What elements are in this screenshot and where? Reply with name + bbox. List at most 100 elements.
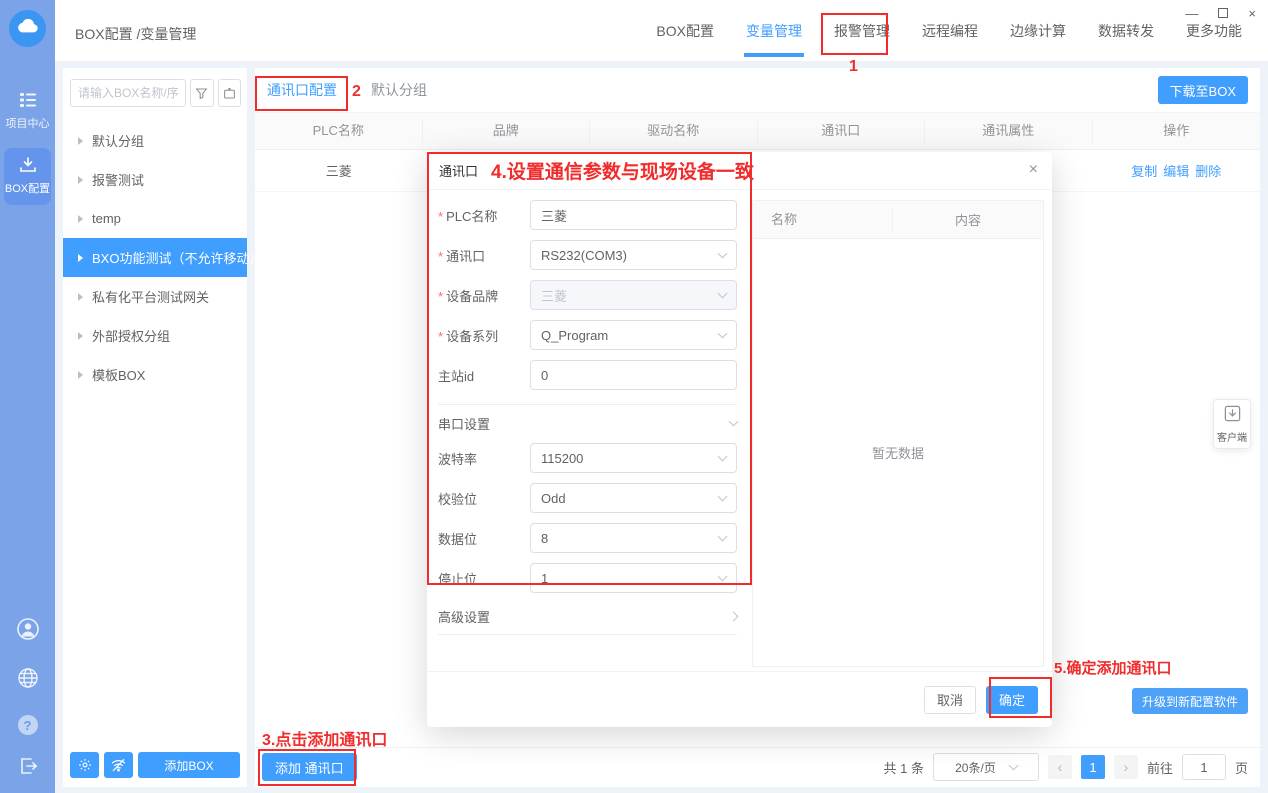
add-group-button[interactable] bbox=[217, 79, 241, 107]
tab-default-group[interactable]: 默认分组 bbox=[371, 80, 427, 100]
plc-table-header: PLC名称 品牌 驱动名称 通讯口 通讯属性 操作 bbox=[255, 112, 1260, 150]
chevron-down-icon bbox=[717, 288, 728, 298]
rail-item-box-config[interactable]: BOX配置 bbox=[4, 148, 51, 205]
upgrade-software-button[interactable]: 升级到新配置软件 bbox=[1131, 688, 1248, 714]
chevron-down-icon bbox=[717, 451, 728, 461]
minimize-button[interactable]: — bbox=[1185, 6, 1198, 21]
tab-variable-management[interactable]: 变量管理 bbox=[744, 0, 804, 62]
caret-icon bbox=[78, 292, 83, 301]
maximize-button[interactable] bbox=[1218, 6, 1229, 21]
form-row-data-bits: 数据位 8 bbox=[438, 523, 737, 553]
settings-button[interactable] bbox=[70, 752, 99, 778]
goto-page-input[interactable] bbox=[1181, 754, 1226, 780]
caret-icon bbox=[78, 253, 83, 262]
close-button[interactable]: × bbox=[1248, 6, 1256, 21]
advanced-settings-section[interactable]: 高级设置 bbox=[438, 599, 739, 635]
goto-label: 前往 bbox=[1146, 760, 1173, 776]
current-page-button[interactable]: 1 bbox=[1080, 755, 1105, 779]
tree-item-default-group[interactable]: 默认分组 bbox=[63, 121, 247, 160]
logout-icon[interactable] bbox=[18, 756, 38, 781]
stop-bits-select[interactable]: 1 bbox=[530, 563, 737, 593]
modal-prop-table-area: 名称 内容 暂无数据 bbox=[752, 190, 1052, 671]
device-series-select[interactable]: Q_Program bbox=[530, 320, 737, 350]
globe-icon[interactable] bbox=[17, 667, 39, 694]
tree-item-template-box[interactable]: 模板BOX bbox=[63, 355, 247, 394]
modal-title: 通讯口 bbox=[439, 164, 479, 179]
rail-item-label: BOX配置 bbox=[4, 183, 51, 195]
modal-footer: 取消 确定 bbox=[427, 671, 1052, 727]
active-tab-underline bbox=[744, 53, 804, 57]
gear-icon bbox=[78, 759, 91, 771]
required-mark: * bbox=[438, 328, 444, 344]
tab-remote-programming[interactable]: 远程编程 bbox=[922, 0, 978, 62]
box-panel-footer: 添加BOX bbox=[70, 752, 240, 778]
tree-item-alarm-test[interactable]: 报警测试 bbox=[63, 160, 247, 199]
prop-table: 名称 内容 暂无数据 bbox=[752, 200, 1044, 667]
add-box-button[interactable]: 添加BOX bbox=[138, 752, 240, 778]
help-icon[interactable]: ? bbox=[17, 715, 38, 735]
box-search-input[interactable] bbox=[70, 79, 186, 107]
chevron-down-icon bbox=[717, 571, 728, 581]
tab-edge-computing[interactable]: 边缘计算 bbox=[1010, 0, 1066, 62]
modal-header: 通讯口 bbox=[427, 152, 1052, 190]
app-logo[interactable] bbox=[9, 10, 46, 47]
field-label: 主站id bbox=[438, 368, 475, 384]
box-list-panel: 默认分组 报警测试 temp BXO功能测试（不允许移动） 私有化平台测试网关 … bbox=[63, 68, 262, 787]
field-label: 波特率 bbox=[438, 451, 478, 467]
serial-settings-section[interactable]: 串口设置 bbox=[438, 405, 739, 441]
field-label: PLC名称 bbox=[446, 208, 498, 224]
client-download-widget[interactable]: 客户端 bbox=[1213, 399, 1251, 449]
form-row-stop-bits: 停止位 1 bbox=[438, 563, 737, 593]
tree-item-temp[interactable]: temp bbox=[63, 199, 247, 238]
wifi-off-icon bbox=[111, 759, 126, 772]
form-row-device-series: * 设备系列 Q_Program bbox=[438, 320, 737, 350]
download-box-icon bbox=[19, 156, 37, 176]
main-nav: BOX配置 变量管理 报警管理 远程编程 边缘计算 数据转发 更多功能 bbox=[656, 0, 1242, 62]
cancel-button[interactable]: 取消 bbox=[923, 685, 976, 714]
baud-rate-select[interactable]: 115200 bbox=[530, 443, 737, 473]
col-header-port: 通讯口 bbox=[758, 119, 925, 143]
chevron-down-icon bbox=[717, 248, 728, 258]
caret-icon bbox=[78, 331, 83, 340]
prev-page-button[interactable]: ‹ bbox=[1047, 755, 1072, 779]
filter-button[interactable] bbox=[190, 79, 214, 107]
field-label: 设备品牌 bbox=[446, 288, 499, 304]
left-rail: 项目中心 BOX配置 ? bbox=[0, 0, 55, 793]
tab-box-config[interactable]: BOX配置 bbox=[656, 0, 714, 62]
col-header-brand: 品牌 bbox=[423, 119, 590, 143]
page-size-select[interactable]: 20条/页 bbox=[932, 753, 1039, 781]
breadcrumb: BOX配置 /变量管理 bbox=[75, 26, 197, 42]
required-mark: * bbox=[438, 248, 444, 264]
modal-close-icon[interactable]: × bbox=[1029, 161, 1038, 179]
form-row-port: * 通讯口 RS232(COM3) bbox=[438, 240, 737, 270]
wifi-off-button[interactable] bbox=[104, 752, 133, 778]
col-header-comm-props: 通讯属性 bbox=[925, 119, 1093, 143]
tree-item-private-platform[interactable]: 私有化平台测试网关 bbox=[63, 277, 247, 316]
delete-link[interactable]: 删除 bbox=[1195, 161, 1221, 180]
tree-item-bxo-test[interactable]: BXO功能测试（不允许移动） bbox=[63, 238, 262, 277]
chevron-down-icon bbox=[717, 531, 728, 541]
plc-name-input[interactable] bbox=[530, 200, 737, 230]
tab-alarm-management[interactable]: 报警管理 bbox=[834, 0, 890, 62]
master-id-input[interactable] bbox=[530, 360, 737, 390]
next-page-button[interactable]: › bbox=[1113, 755, 1138, 779]
port-select[interactable]: RS232(COM3) bbox=[530, 240, 737, 270]
parity-select[interactable]: Odd bbox=[530, 483, 737, 513]
rail-item-project-center[interactable]: 项目中心 bbox=[0, 92, 55, 131]
col-header-actions: 操作 bbox=[1163, 123, 1190, 138]
download-to-box-button[interactable]: 下载至BOX bbox=[1157, 76, 1248, 104]
field-label: 停止位 bbox=[438, 571, 478, 587]
user-icon[interactable] bbox=[16, 617, 40, 646]
edit-link[interactable]: 编辑 bbox=[1163, 161, 1189, 180]
tab-port-config[interactable]: 通讯口配置 bbox=[267, 80, 337, 100]
tab-data-forwarding[interactable]: 数据转发 bbox=[1098, 0, 1154, 62]
tree-item-external-auth[interactable]: 外部授权分组 bbox=[63, 316, 247, 355]
goto-unit-label: 页 bbox=[1234, 760, 1248, 776]
confirm-button[interactable]: 确定 bbox=[985, 685, 1038, 714]
pagination: 共 1 条 20条/页 ‹ 1 › 前往 页 bbox=[884, 753, 1248, 781]
maximize-icon bbox=[1218, 8, 1229, 18]
copy-link[interactable]: 复制 bbox=[1131, 161, 1157, 180]
add-port-button[interactable]: 添加 通讯口 bbox=[262, 753, 357, 781]
col-header-plc-name: PLC名称 bbox=[255, 119, 423, 143]
data-bits-select[interactable]: 8 bbox=[530, 523, 737, 553]
